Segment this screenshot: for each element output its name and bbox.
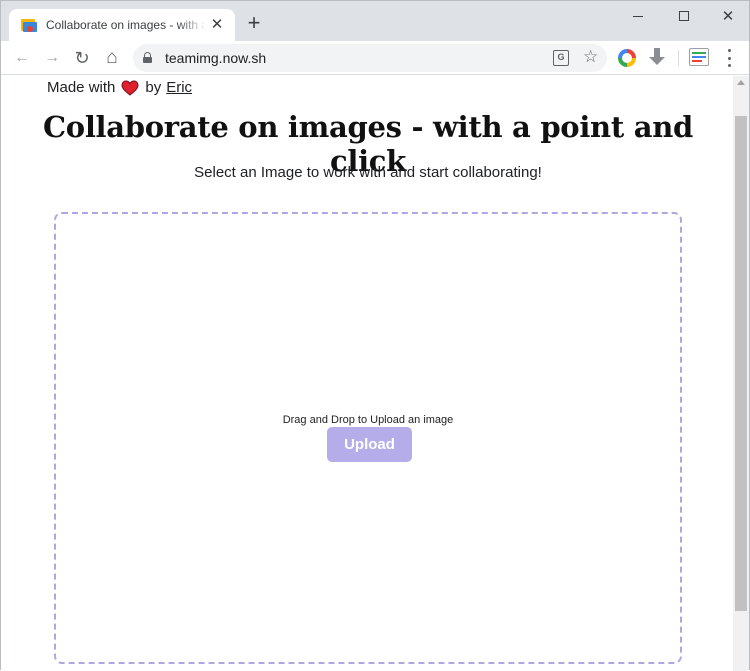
toolbar-divider bbox=[678, 50, 679, 66]
made-with-credit: Made with by Eric bbox=[47, 79, 192, 96]
extension-chrome-icon[interactable] bbox=[618, 49, 636, 67]
upload-button[interactable]: Upload bbox=[327, 427, 412, 462]
browser-window: Collaborate on images - with a point and… bbox=[0, 0, 750, 671]
translate-icon[interactable]: G bbox=[553, 50, 569, 66]
scrollbar-thumb[interactable] bbox=[735, 116, 747, 611]
made-with-by: by bbox=[145, 79, 162, 96]
favicon-icon bbox=[21, 17, 37, 33]
url-text[interactable]: teamimg.now.sh bbox=[165, 50, 266, 66]
active-tab[interactable]: Collaborate on images - with a point and… bbox=[9, 9, 235, 41]
forward-button[interactable]: → bbox=[39, 45, 65, 71]
tab-close-icon[interactable]: ✕ bbox=[209, 17, 225, 33]
reload-button[interactable]: ↻ bbox=[69, 45, 95, 71]
maximize-button[interactable] bbox=[661, 1, 707, 31]
forward-arrow-icon: → bbox=[44, 49, 60, 66]
made-with-prefix: Made with bbox=[47, 79, 116, 96]
minimize-button[interactable] bbox=[615, 1, 661, 31]
heart-icon bbox=[121, 79, 139, 96]
page-subtitle: Select an Image to work with and start c… bbox=[194, 164, 542, 181]
maximize-icon bbox=[679, 11, 689, 21]
tab-title: Collaborate on images - with a point and… bbox=[46, 18, 206, 32]
address-bar[interactable]: teamimg.now.sh G ☆ bbox=[133, 44, 607, 72]
window-close-button[interactable]: ✕ bbox=[705, 1, 750, 31]
close-icon: ✕ bbox=[721, 8, 735, 25]
minimize-icon bbox=[633, 15, 643, 17]
extension-profile-icon[interactable] bbox=[689, 48, 709, 66]
lock-icon bbox=[143, 52, 152, 63]
vertical-scrollbar[interactable] bbox=[733, 76, 749, 671]
home-icon: ⌂ bbox=[106, 47, 118, 68]
dropzone-label: Drag and Drop to Upload an image bbox=[282, 414, 454, 426]
bookmark-star-icon[interactable]: ☆ bbox=[583, 47, 598, 67]
browser-toolbar: ← → ↻ ⌂ teamimg.now.sh G ☆ bbox=[1, 41, 749, 75]
new-tab-button[interactable]: + bbox=[243, 12, 265, 35]
author-link[interactable]: Eric bbox=[166, 79, 192, 96]
reload-icon: ↻ bbox=[74, 47, 90, 68]
back-arrow-icon: ← bbox=[14, 49, 30, 66]
extension-download-icon[interactable] bbox=[649, 48, 665, 68]
back-button[interactable]: ← bbox=[9, 45, 35, 71]
tab-strip: Collaborate on images - with a point and… bbox=[1, 1, 749, 41]
browser-menu-icon[interactable] bbox=[721, 49, 737, 67]
page-viewport: Made with by Eric Collaborate on images … bbox=[1, 76, 749, 671]
image-dropzone[interactable]: Drag and Drop to Upload an image Upload bbox=[54, 212, 682, 664]
home-button[interactable]: ⌂ bbox=[99, 45, 125, 71]
scroll-up-arrow-icon[interactable] bbox=[737, 80, 745, 85]
